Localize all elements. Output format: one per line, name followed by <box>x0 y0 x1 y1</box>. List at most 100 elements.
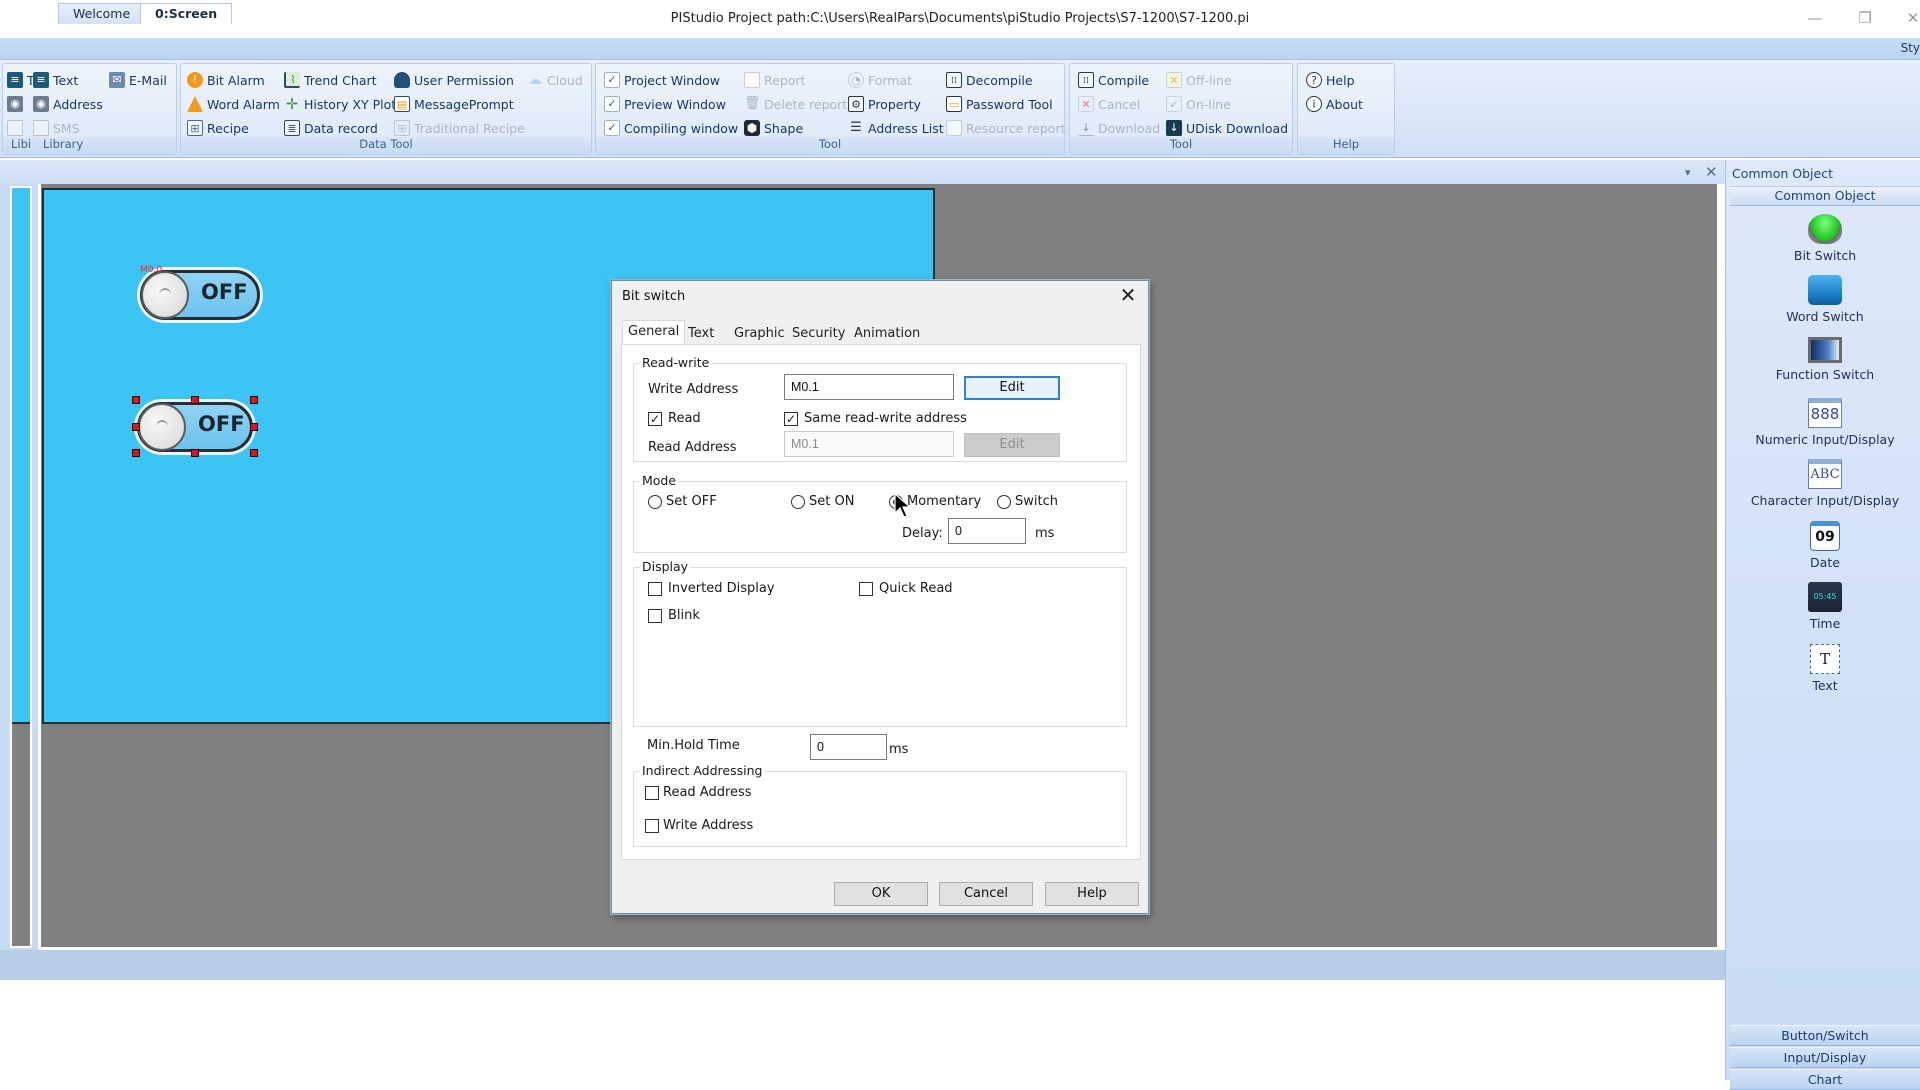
bit-switch-1[interactable]: OFF <box>140 270 260 320</box>
text-icon: ≡ <box>7 72 23 88</box>
library-address-stub[interactable]: ◉ <box>7 94 23 114</box>
bit-switch-2-selected[interactable]: OFF <box>137 402 253 452</box>
property-button[interactable]: ⚙ Property <box>848 94 921 114</box>
same-read-write-checkbox[interactable]: ✓ <box>784 412 798 426</box>
write-address-label: Write Address <box>648 382 739 397</box>
dialog-close-icon[interactable]: ✕ <box>1116 283 1140 307</box>
library-address[interactable]: ◉ Address <box>33 94 103 114</box>
indirect-write-address-checkbox[interactable] <box>645 819 659 833</box>
object-bit-switch[interactable]: Bit Switch <box>1730 214 1920 263</box>
dialog-tab-text[interactable]: Text <box>683 323 719 345</box>
resize-handle[interactable] <box>132 396 140 404</box>
compile-button[interactable]: ⁞⁞ Compile <box>1078 70 1149 90</box>
read-checkbox[interactable]: ✓ <box>648 412 662 426</box>
min-hold-time-input[interactable] <box>810 734 887 760</box>
blink-checkbox[interactable] <box>648 609 662 623</box>
blue-button-icon <box>1808 275 1842 305</box>
mode-set-off-radio[interactable] <box>648 495 662 509</box>
bit-alarm-button[interactable]: ! Bit Alarm <box>187 70 265 90</box>
restore-button[interactable]: ❐ <box>1845 4 1885 32</box>
shape-button[interactable]: ⬢ Shape <box>744 118 803 138</box>
recipe-button[interactable]: ⊞ Recipe <box>187 118 249 138</box>
object-character-input-display[interactable]: ABC Character Input/Display <box>1730 459 1920 508</box>
object-numeric-input-display[interactable]: 888 Numeric Input/Display <box>1730 398 1920 447</box>
library-email[interactable]: ✉ E-Mail <box>109 70 167 90</box>
data-record-icon: ≣ <box>284 120 300 136</box>
resize-handle[interactable] <box>250 396 258 404</box>
ribbon-group-data-tool: ! Bit Alarm Word Alarm ⊞ Recipe ⌇ Trend Cha… <box>180 63 592 155</box>
dialog-tab-graphic[interactable]: Graphic <box>729 323 790 345</box>
trend-chart-icon: ⌇ <box>284 72 300 88</box>
message-prompt-button[interactable]: ▤ MessagePrompt <box>394 94 514 114</box>
tab-welcome[interactable]: Welcome <box>58 3 146 24</box>
udisk-download-button[interactable]: ↓ UDisk Download <box>1166 118 1288 138</box>
indirect-read-address-checkbox[interactable] <box>645 786 659 800</box>
user-address-icon: ◉ <box>33 96 49 112</box>
resize-handle[interactable] <box>191 396 199 404</box>
trend-chart-button[interactable]: ⌇ Trend Chart <box>284 70 377 90</box>
resize-handle[interactable] <box>250 449 258 457</box>
group-label-tool-compile: Tool <box>1070 137 1292 154</box>
data-record-button[interactable]: ≣ Data record <box>284 118 378 138</box>
compiling-window-toggle[interactable]: ✓ Compiling window <box>604 118 738 138</box>
library-text-stub[interactable]: ≡ T <box>7 70 35 90</box>
decompile-button[interactable]: ⁞⁞ Decompile <box>946 70 1033 90</box>
resize-handle[interactable] <box>132 449 140 457</box>
resize-handle[interactable] <box>132 423 140 431</box>
resize-handle[interactable] <box>250 423 258 431</box>
project-window-toggle[interactable]: ✓ Project Window <box>604 70 720 90</box>
library-text[interactable]: ≡ Text <box>33 70 78 90</box>
tab-0-screen[interactable]: 0:Screen <box>140 3 233 24</box>
object-time[interactable]: 05:45 Time <box>1730 582 1920 631</box>
ribbon-group-tool: ✓ Project Window ✓ Preview Window ✓ Compili… <box>595 63 1065 155</box>
close-tab-icon[interactable]: ✕ <box>1705 163 1718 181</box>
object-text[interactable]: T Text <box>1730 644 1920 693</box>
object-function-switch[interactable]: Function Switch <box>1730 337 1920 382</box>
dialog-tab-animation[interactable]: Animation <box>849 323 925 345</box>
write-address-edit-button[interactable]: Edit <box>964 376 1060 400</box>
mode-switch-label: Switch <box>1015 494 1058 509</box>
library-sms-stub <box>7 118 23 138</box>
delay-input[interactable] <box>948 518 1026 544</box>
category-input-display[interactable]: Input/Display <box>1730 1047 1920 1068</box>
offline-button: ✕ Off-line <box>1166 70 1232 90</box>
recipe-icon: ⊞ <box>187 120 203 136</box>
dialog-tab-general[interactable]: General <box>622 320 686 345</box>
mode-set-off-label: Set OFF <box>666 494 717 509</box>
write-address-input[interactable] <box>784 374 954 400</box>
user-permission-button[interactable]: User Permission <box>394 70 514 90</box>
word-alarm-button[interactable]: Word Alarm <box>187 94 280 114</box>
dialog-tab-security[interactable]: Security <box>787 323 850 345</box>
switch-knob <box>141 271 189 319</box>
panel-section-header[interactable]: Common Object <box>1730 186 1920 206</box>
inverted-display-label: Inverted Display <box>668 581 775 596</box>
preview-window-toggle[interactable]: ✓ Preview Window <box>604 94 726 114</box>
about-button[interactable]: i About <box>1306 94 1363 114</box>
sms-icon <box>7 120 23 136</box>
read-write-group: Read-write Write Address Edit ✓ Read ✓ S… <box>633 355 1127 462</box>
minimize-button[interactable]: — <box>1795 4 1835 32</box>
info-icon: i <box>1306 96 1322 112</box>
help-button[interactable]: ? Help <box>1306 70 1355 90</box>
help-button-dialog[interactable]: Help <box>1045 882 1139 906</box>
object-word-switch[interactable]: Word Switch <box>1730 275 1920 324</box>
category-button-switch[interactable]: Button/Switch <box>1730 1025 1920 1046</box>
password-tool-button[interactable]: ▭ Password Tool <box>946 94 1053 114</box>
ok-button[interactable]: OK <box>834 882 928 906</box>
cancel-button[interactable]: Cancel <box>939 882 1033 906</box>
inverted-display-checkbox[interactable] <box>648 582 662 596</box>
object-date[interactable]: 09 Date <box>1730 521 1920 570</box>
title-bar: PIStudio Project path:C:\Users\RealPars\… <box>0 0 1920 38</box>
history-xy-plot-button[interactable]: ✛ History XY Plot <box>284 94 396 114</box>
tab-list-dropdown-icon[interactable]: ▾ <box>1685 166 1691 179</box>
style-menu[interactable]: Sty <box>1901 41 1920 55</box>
address-list-icon: ☰ <box>850 120 862 135</box>
close-window-button[interactable]: ✕ <box>1893 4 1920 32</box>
download-button: ↓ Download <box>1078 118 1160 138</box>
quick-read-checkbox[interactable] <box>859 582 873 596</box>
read-address-label: Read Address <box>648 440 737 455</box>
address-list-button[interactable]: ☰ Address List <box>848 118 943 138</box>
mode-switch-radio[interactable] <box>997 495 1011 509</box>
mode-set-on-radio[interactable] <box>791 495 805 509</box>
resize-handle[interactable] <box>191 449 199 457</box>
